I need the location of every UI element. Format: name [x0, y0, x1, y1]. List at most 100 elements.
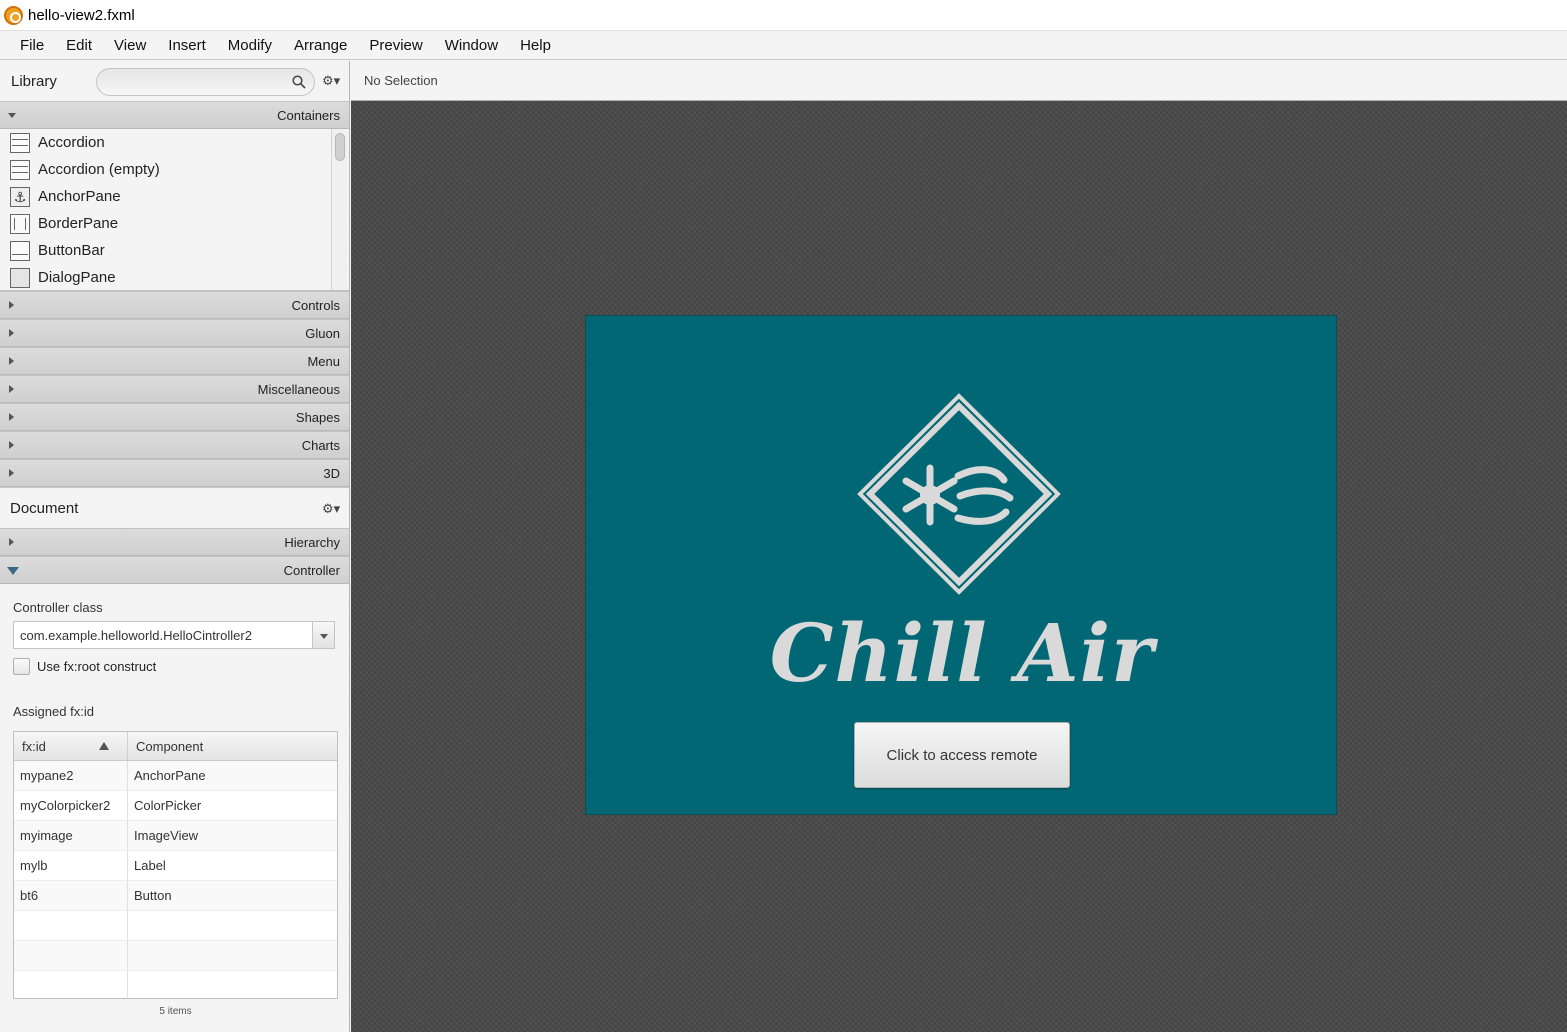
- library-item-anchorpane[interactable]: ⚓ AnchorPane: [0, 183, 349, 210]
- accordion-icon: [10, 159, 30, 180]
- section-controls[interactable]: Controls: [0, 291, 349, 319]
- table-row[interactable]: bt6 Button: [14, 881, 337, 911]
- fxid-cell: mylb: [14, 851, 128, 880]
- menu-insert[interactable]: Insert: [157, 37, 217, 54]
- expand-arrow-icon: [9, 413, 14, 421]
- anchor-icon: ⚓: [10, 186, 30, 207]
- library-item-label: BorderPane: [38, 215, 119, 232]
- controller-class-input[interactable]: [13, 621, 313, 649]
- table-row[interactable]: myColorpicker2 ColorPicker: [14, 791, 337, 821]
- selection-status: No Selection: [364, 73, 438, 88]
- use-fxroot-label: Use fx:root construct: [37, 659, 157, 674]
- design-canvas[interactable]: Chill Air Click to access remote: [351, 101, 1567, 1032]
- table-row[interactable]: mypane2 AnchorPane: [14, 761, 337, 791]
- table-item-count: 5 items: [159, 1006, 192, 1017]
- document-title: Document: [10, 499, 79, 517]
- library-scrollbar[interactable]: [331, 129, 347, 290]
- section-3d-label: 3D: [323, 465, 340, 481]
- library-item-label: Accordion: [38, 134, 105, 151]
- table-body: mypane2 AnchorPane myColorpicker2 ColorP…: [14, 761, 337, 1001]
- access-remote-button[interactable]: Click to access remote: [854, 722, 1070, 788]
- section-containers[interactable]: Containers: [0, 101, 349, 129]
- section-charts[interactable]: Charts: [0, 431, 349, 459]
- section-gluon-label: Gluon: [305, 325, 340, 341]
- component-cell: Label: [134, 858, 166, 873]
- column-header-fxid-label: fx:id: [22, 738, 46, 754]
- menu-view[interactable]: View: [103, 37, 157, 54]
- library-item-buttonbar[interactable]: ButtonBar: [0, 237, 349, 264]
- fxid-cell: myColorpicker2: [14, 791, 128, 820]
- library-item-accordion[interactable]: Accordion: [0, 129, 349, 156]
- section-miscellaneous-label: Miscellaneous: [257, 381, 340, 397]
- collapse-arrow-icon: [8, 113, 16, 118]
- table-row[interactable]: mylb Label: [14, 851, 337, 881]
- section-controller-label: Controller: [283, 562, 340, 578]
- menu-modify[interactable]: Modify: [217, 37, 283, 54]
- document-gear-icon[interactable]: ⚙▾: [322, 501, 342, 517]
- library-item-accordion-empty[interactable]: Accordion (empty): [0, 156, 349, 183]
- window-title: hello-view2.fxml: [28, 6, 135, 24]
- title-bar: hello-view2.fxml: [0, 0, 1567, 30]
- menu-bar: File Edit View Insert Modify Arrange Pre…: [0, 30, 1567, 60]
- use-fxroot-checkbox[interactable]: [13, 658, 30, 675]
- expand-arrow-icon: [9, 441, 14, 449]
- scroll-thumb[interactable]: [335, 133, 345, 161]
- controller-class-label: Controller class: [13, 600, 103, 615]
- column-header-fxid[interactable]: fx:id: [14, 732, 128, 760]
- controller-class-dropdown-button[interactable]: [313, 621, 335, 649]
- fxid-cell: mypane2: [14, 761, 128, 790]
- expand-arrow-icon: [9, 538, 14, 546]
- search-icon: [292, 75, 306, 89]
- table-row[interactable]: myimage ImageView: [14, 821, 337, 851]
- menu-edit[interactable]: Edit: [55, 37, 103, 54]
- anchor-pane-preview[interactable]: Chill Air Click to access remote: [585, 315, 1337, 815]
- empty-table-row: [14, 971, 337, 1001]
- section-hierarchy-label: Hierarchy: [284, 534, 340, 550]
- expand-arrow-icon: [9, 329, 14, 337]
- controller-class-combo: [13, 621, 336, 649]
- accordion-icon: [10, 132, 30, 153]
- column-header-component[interactable]: Component: [128, 732, 337, 760]
- expand-arrow-icon: [9, 357, 14, 365]
- component-cell: ColorPicker: [134, 798, 202, 813]
- component-cell: ImageView: [134, 828, 199, 843]
- library-gear-icon[interactable]: ⚙▾: [322, 73, 342, 89]
- collapse-arrow-icon: [7, 567, 19, 575]
- section-hierarchy[interactable]: Hierarchy: [0, 528, 349, 556]
- fxid-cell: bt6: [14, 881, 128, 910]
- library-item-dialogpane[interactable]: DialogPane: [0, 264, 349, 290]
- section-3d[interactable]: 3D: [0, 459, 349, 487]
- expand-arrow-icon: [9, 301, 14, 309]
- library-item-borderpane[interactable]: BorderPane: [0, 210, 349, 237]
- component-cell: AnchorPane: [134, 768, 206, 783]
- empty-table-row: [14, 941, 337, 971]
- selection-bar: No Selection: [351, 61, 1567, 101]
- expand-arrow-icon: [9, 385, 14, 393]
- section-controller[interactable]: Controller: [0, 556, 349, 584]
- menu-arrange[interactable]: Arrange: [283, 37, 358, 54]
- table-header: fx:id Component: [14, 732, 337, 761]
- section-menu[interactable]: Menu: [0, 347, 349, 375]
- library-title: Library: [11, 72, 57, 90]
- buttonbar-icon: [10, 240, 30, 261]
- expand-arrow-icon: [9, 469, 14, 477]
- library-item-label: DialogPane: [38, 269, 116, 286]
- left-panel: Library ⚙▾ Containers Accordion Accordio…: [0, 61, 350, 1032]
- library-item-label: Accordion (empty): [38, 161, 160, 178]
- menu-help[interactable]: Help: [509, 37, 562, 54]
- borderpane-icon: [10, 213, 30, 234]
- section-menu-label: Menu: [307, 353, 340, 369]
- section-shapes-label: Shapes: [295, 409, 340, 425]
- section-gluon[interactable]: Gluon: [0, 319, 349, 347]
- section-miscellaneous[interactable]: Miscellaneous: [0, 375, 349, 403]
- scene-builder-app-icon: [4, 5, 23, 25]
- menu-file[interactable]: File: [9, 37, 55, 54]
- library-search-input[interactable]: [96, 68, 315, 96]
- document-header: Document ⚙▾: [0, 487, 349, 528]
- section-shapes[interactable]: Shapes: [0, 403, 349, 431]
- library-item-label: AnchorPane: [38, 188, 121, 205]
- empty-table-row: [14, 911, 337, 941]
- menu-preview[interactable]: Preview: [358, 37, 433, 54]
- menu-window[interactable]: Window: [434, 37, 509, 54]
- component-cell: Button: [134, 888, 172, 903]
